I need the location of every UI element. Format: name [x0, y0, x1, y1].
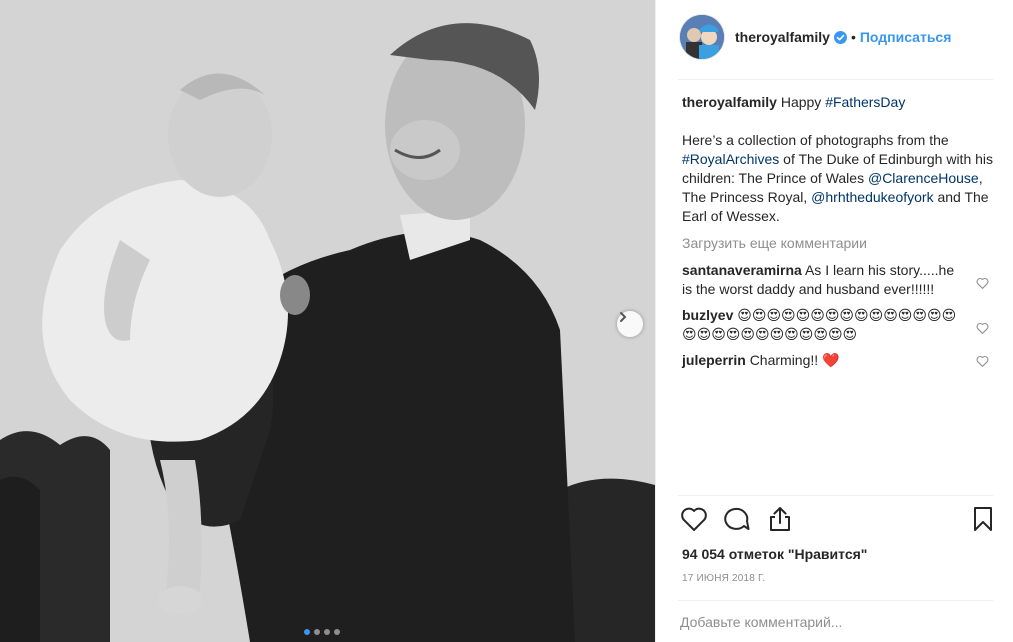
likes-count[interactable]: 94 054 отметок "Нравится": [682, 546, 867, 562]
comment-like-heart-icon[interactable]: [976, 353, 989, 372]
caption-text: Happy: [780, 94, 826, 110]
load-more-comments-button[interactable]: Загрузить еще комментарии: [682, 234, 1002, 253]
carousel-dot: [324, 629, 330, 635]
comment-username[interactable]: juleperrin: [682, 352, 746, 368]
share-icon[interactable]: [766, 506, 794, 537]
chevron-right-icon: [620, 312, 627, 322]
author-username[interactable]: theroyalfamily: [735, 29, 830, 45]
comment-like-heart-icon[interactable]: [976, 275, 989, 294]
follow-button[interactable]: Подписаться: [860, 29, 952, 45]
comment-username[interactable]: santanaveramirna: [682, 262, 802, 278]
post-date[interactable]: 17 ИЮНЯ 2018 Г.: [682, 573, 765, 584]
comment-like-heart-icon[interactable]: [976, 320, 989, 339]
bookmark-icon[interactable]: [972, 506, 994, 537]
action-bar: [680, 506, 1000, 538]
verified-badge-icon: [833, 30, 847, 44]
heart-icon[interactable]: [680, 506, 708, 537]
avatar[interactable]: [680, 15, 724, 59]
comment-item: santanaveramirna As I learn his story...…: [682, 261, 1002, 299]
carousel-next-button[interactable]: [617, 311, 643, 337]
caption-text: Here’s a collection of photographs from …: [682, 132, 949, 148]
header-separator: •: [850, 29, 856, 45]
comment-username[interactable]: buzlyev: [682, 307, 733, 323]
comment-icon[interactable]: [723, 506, 751, 537]
carousel-dot: [304, 629, 310, 635]
comment-text: Charming!! ❤️: [749, 352, 840, 368]
comments-section: theroyalfamily Happy #FathersDay Here’s …: [682, 93, 1002, 377]
comment-input-divider: [678, 600, 993, 601]
carousel-indicator: [304, 629, 340, 635]
add-comment-input[interactable]: [680, 612, 970, 632]
caption: theroyalfamily Happy #FathersDay Here’s …: [682, 93, 1002, 226]
post-photo[interactable]: [0, 0, 655, 642]
caption-body: Here’s a collection of photographs from …: [682, 131, 1002, 226]
header-divider: [678, 79, 993, 80]
photo-illustration: [0, 0, 655, 642]
mention-link[interactable]: @hrhthedukeofyork: [811, 189, 933, 205]
caption-username[interactable]: theroyalfamily: [682, 94, 777, 110]
hashtag-link[interactable]: #FathersDay: [825, 94, 905, 110]
mention-link[interactable]: @ClarenceHouse: [868, 170, 979, 186]
avatar-image: [680, 15, 724, 59]
post-sidebar: theroyalfamily • Подписаться theroyalfam…: [656, 0, 1013, 642]
actions-divider: [678, 495, 993, 496]
hashtag-link[interactable]: #RoyalArchives: [682, 151, 779, 167]
comment-item: juleperrin Charming!! ❤️: [682, 351, 1002, 370]
post-header: theroyalfamily • Подписаться: [680, 13, 951, 61]
comment-item: buzlyev 😍😍😍😍😍😍😍😍😍😍😍😍😍😍😍😍😍😍😍😍😍😍😍😍😍😍😍: [682, 306, 1002, 344]
carousel-dot: [314, 629, 320, 635]
carousel-dot: [334, 629, 340, 635]
